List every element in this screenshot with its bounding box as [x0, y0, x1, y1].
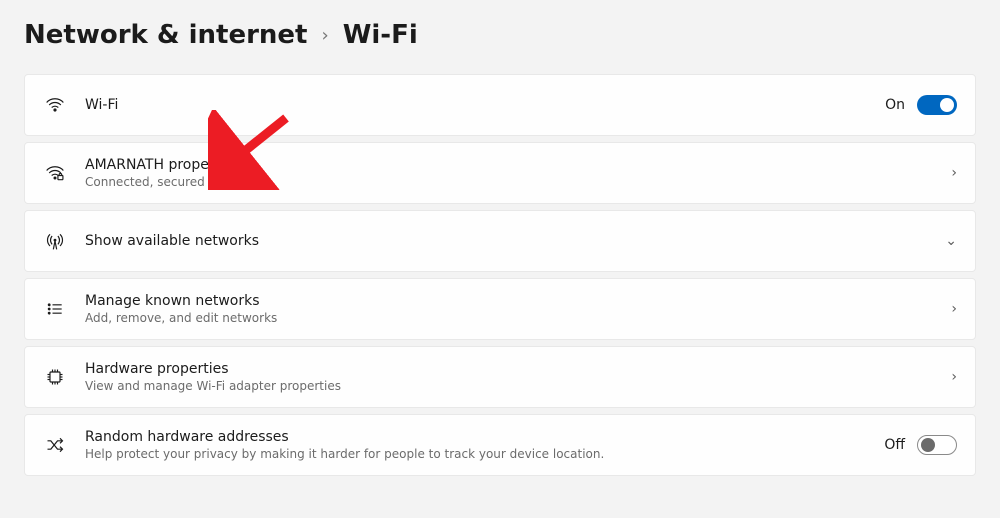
chevron-right-icon: ›: [321, 25, 328, 46]
known-networks-title: Manage known networks: [85, 293, 951, 309]
random-mac-subtitle: Help protect your privacy by making it h…: [85, 447, 884, 461]
random-mac-card[interactable]: Random hardware addresses Help protect y…: [24, 414, 976, 476]
wifi-secured-icon: [43, 161, 67, 185]
wifi-icon: [43, 93, 67, 117]
network-status: Connected, secured: [85, 175, 951, 189]
chip-icon: [43, 365, 67, 389]
wifi-toggle[interactable]: [917, 95, 957, 115]
chevron-right-icon: ›: [951, 369, 957, 385]
hardware-properties-subtitle: View and manage Wi-Fi adapter properties: [85, 379, 951, 393]
network-properties-card[interactable]: AMARNATH properties Connected, secured ›: [24, 142, 976, 204]
chevron-down-icon: ⌄: [945, 233, 957, 249]
breadcrumb: Network & internet › Wi-Fi: [24, 20, 976, 50]
network-name: AMARNATH properties: [85, 157, 951, 173]
random-mac-toggle[interactable]: [917, 435, 957, 455]
random-mac-state-label: Off: [884, 437, 905, 453]
available-networks-card[interactable]: Show available networks ⌄: [24, 210, 976, 272]
settings-page: Network & internet › Wi-Fi Wi-Fi On AMAR…: [0, 0, 1000, 476]
list-icon: [43, 297, 67, 321]
chevron-right-icon: ›: [951, 301, 957, 317]
hardware-properties-title: Hardware properties: [85, 361, 951, 377]
available-networks-title: Show available networks: [85, 233, 945, 249]
breadcrumb-parent[interactable]: Network & internet: [24, 20, 307, 50]
breadcrumb-current: Wi-Fi: [343, 20, 418, 50]
settings-list: Wi-Fi On AMARNATH properties Connected, …: [24, 74, 976, 476]
wifi-title: Wi-Fi: [85, 97, 885, 113]
random-mac-title: Random hardware addresses: [85, 429, 884, 445]
hardware-properties-card[interactable]: Hardware properties View and manage Wi-F…: [24, 346, 976, 408]
antenna-icon: [43, 229, 67, 253]
shuffle-icon: [43, 433, 67, 457]
chevron-right-icon: ›: [951, 165, 957, 181]
known-networks-subtitle: Add, remove, and edit networks: [85, 311, 951, 325]
wifi-state-label: On: [885, 97, 905, 113]
known-networks-card[interactable]: Manage known networks Add, remove, and e…: [24, 278, 976, 340]
wifi-toggle-card[interactable]: Wi-Fi On: [24, 74, 976, 136]
